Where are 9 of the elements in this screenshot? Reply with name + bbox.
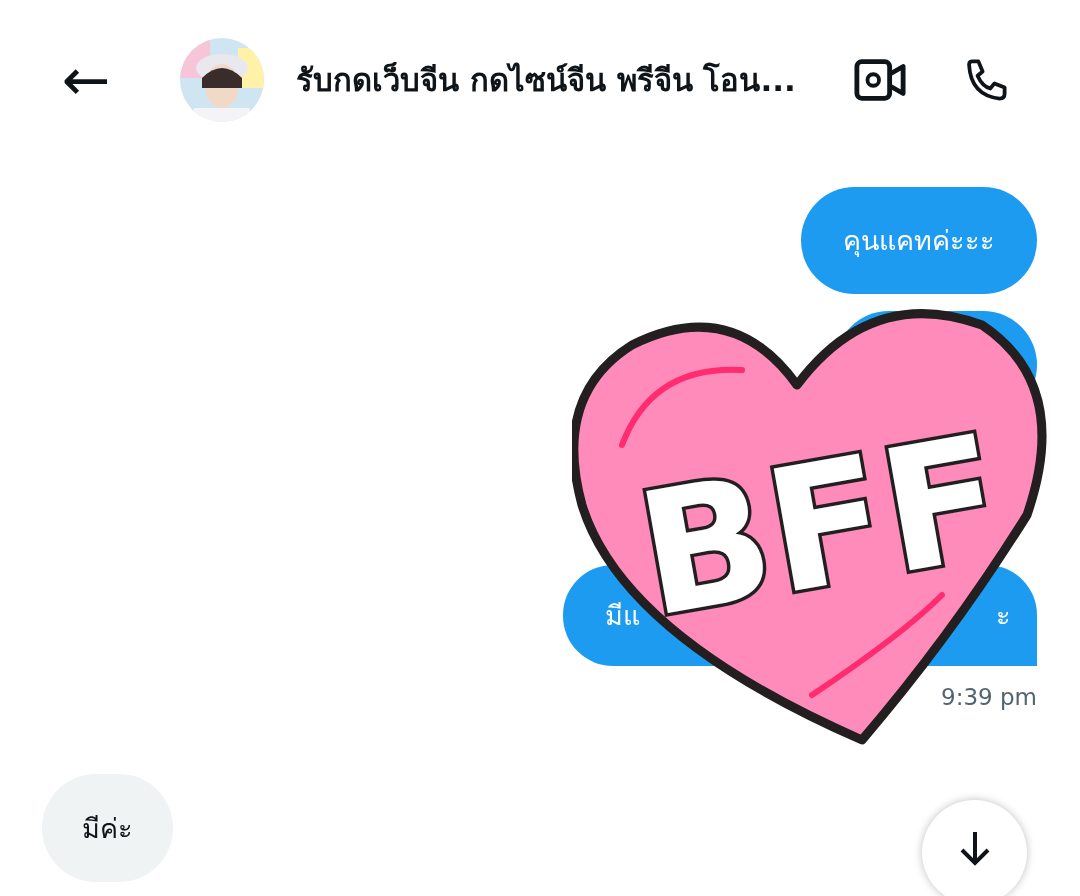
message-text: ะ (996, 599, 1011, 633)
back-button[interactable]: ← (56, 51, 116, 109)
message-text: มีแ (605, 599, 640, 633)
chat-title: รับกดเว็บจีน กดไซน์จีน พรีจีน โอน... (296, 61, 797, 100)
message-bubble: คุนแคทค่ะะะ (801, 187, 1037, 294)
message-bubble: มีค่ะ (42, 774, 173, 882)
video-call-icon[interactable] (854, 58, 906, 102)
message-time: 9:39 pm (941, 684, 1037, 710)
scroll-down-button[interactable] (922, 800, 1027, 896)
